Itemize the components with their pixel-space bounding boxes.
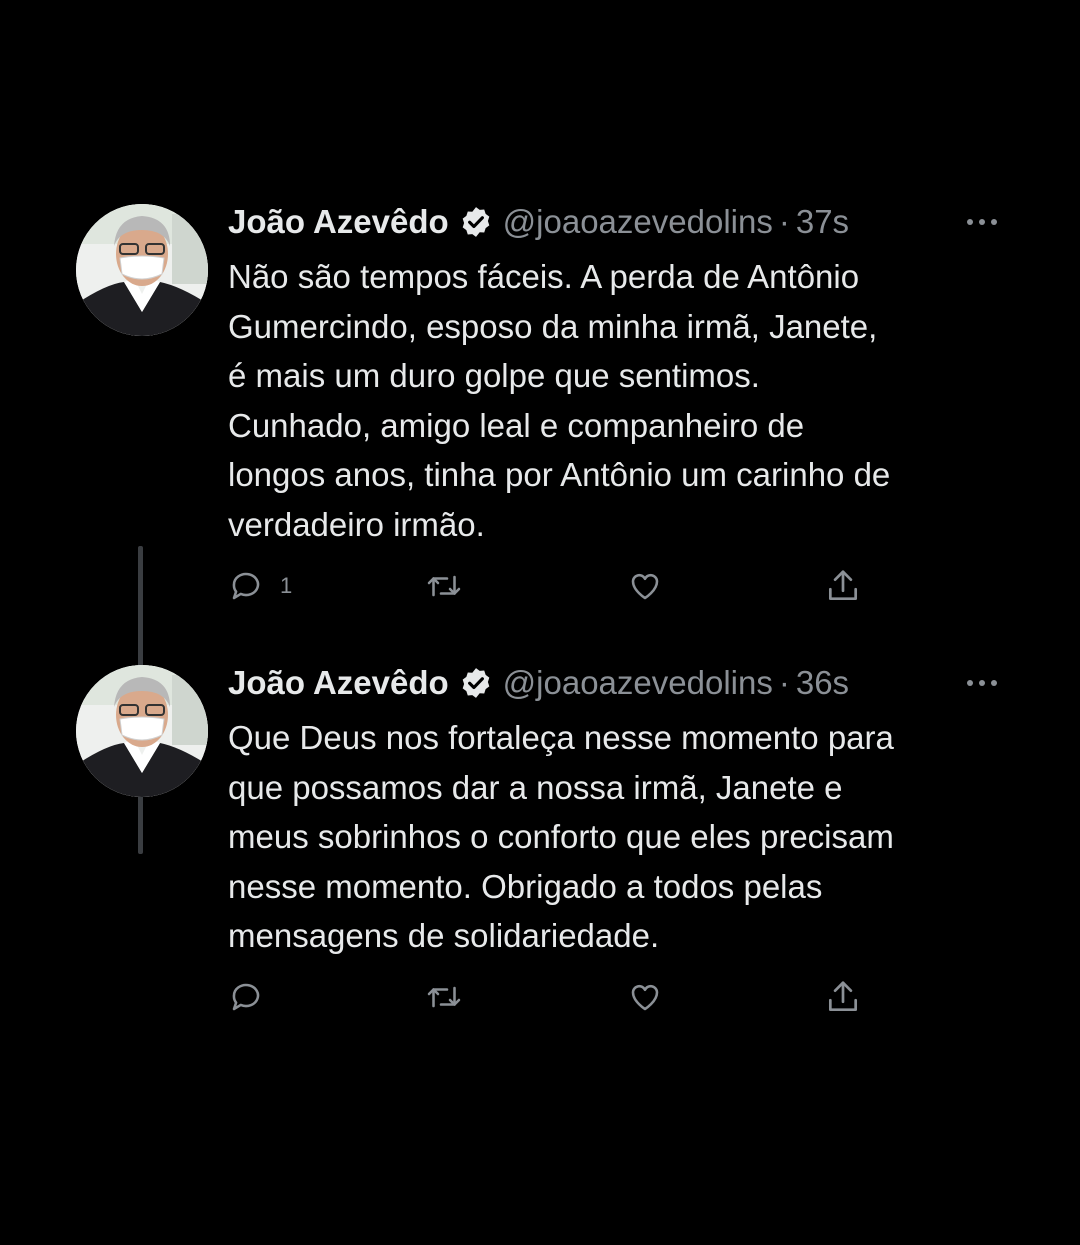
tweet-header: João Azevêdo @joaoazevedolins · 37s (228, 200, 849, 244)
author-handle[interactable]: @joaoazevedolins (503, 200, 773, 244)
reply-count: 1 (280, 573, 293, 598)
tweet-text: Que Deus nos fortaleça nesse momento par… (228, 719, 894, 954)
reply-button[interactable]: 1 (228, 564, 292, 608)
tweet-text: Não são tempos fáceis. A perda de Antôni… (228, 258, 891, 543)
like-button[interactable] (626, 564, 680, 608)
share-icon (824, 978, 862, 1016)
heart-icon (626, 568, 664, 604)
reply-button[interactable] (228, 975, 280, 1019)
tweet-header: João Azevêdo @joaoazevedolins · 36s (228, 661, 849, 705)
author-handle[interactable]: @joaoazevedolins (503, 661, 773, 705)
avatar[interactable] (76, 204, 208, 336)
reply-icon (228, 568, 264, 604)
reply-icon (228, 979, 264, 1015)
like-button[interactable] (626, 975, 680, 1019)
verified-badge-icon (459, 205, 493, 239)
tweet-actions (228, 975, 908, 1019)
retweet-icon (424, 979, 464, 1015)
more-options-icon[interactable] (962, 673, 1002, 693)
heart-icon (626, 979, 664, 1015)
share-icon (824, 567, 862, 605)
author-name[interactable]: João Azevêdo (228, 200, 449, 244)
timestamp[interactable]: 36s (796, 661, 849, 705)
avatar-image (76, 665, 208, 797)
avatar[interactable] (76, 665, 208, 797)
timestamp[interactable]: 37s (796, 200, 849, 244)
tweet-actions: 1 (228, 564, 908, 608)
separator-dot: · (778, 203, 790, 240)
more-options-icon[interactable] (962, 212, 1002, 232)
retweet-icon (424, 568, 464, 604)
share-button[interactable] (824, 564, 862, 608)
retweet-button[interactable] (424, 975, 480, 1019)
avatar-image (76, 204, 208, 336)
retweet-button[interactable] (424, 564, 480, 608)
separator-dot: · (778, 664, 790, 701)
share-button[interactable] (824, 975, 862, 1019)
author-name[interactable]: João Azevêdo (228, 661, 449, 705)
verified-badge-icon (459, 666, 493, 700)
